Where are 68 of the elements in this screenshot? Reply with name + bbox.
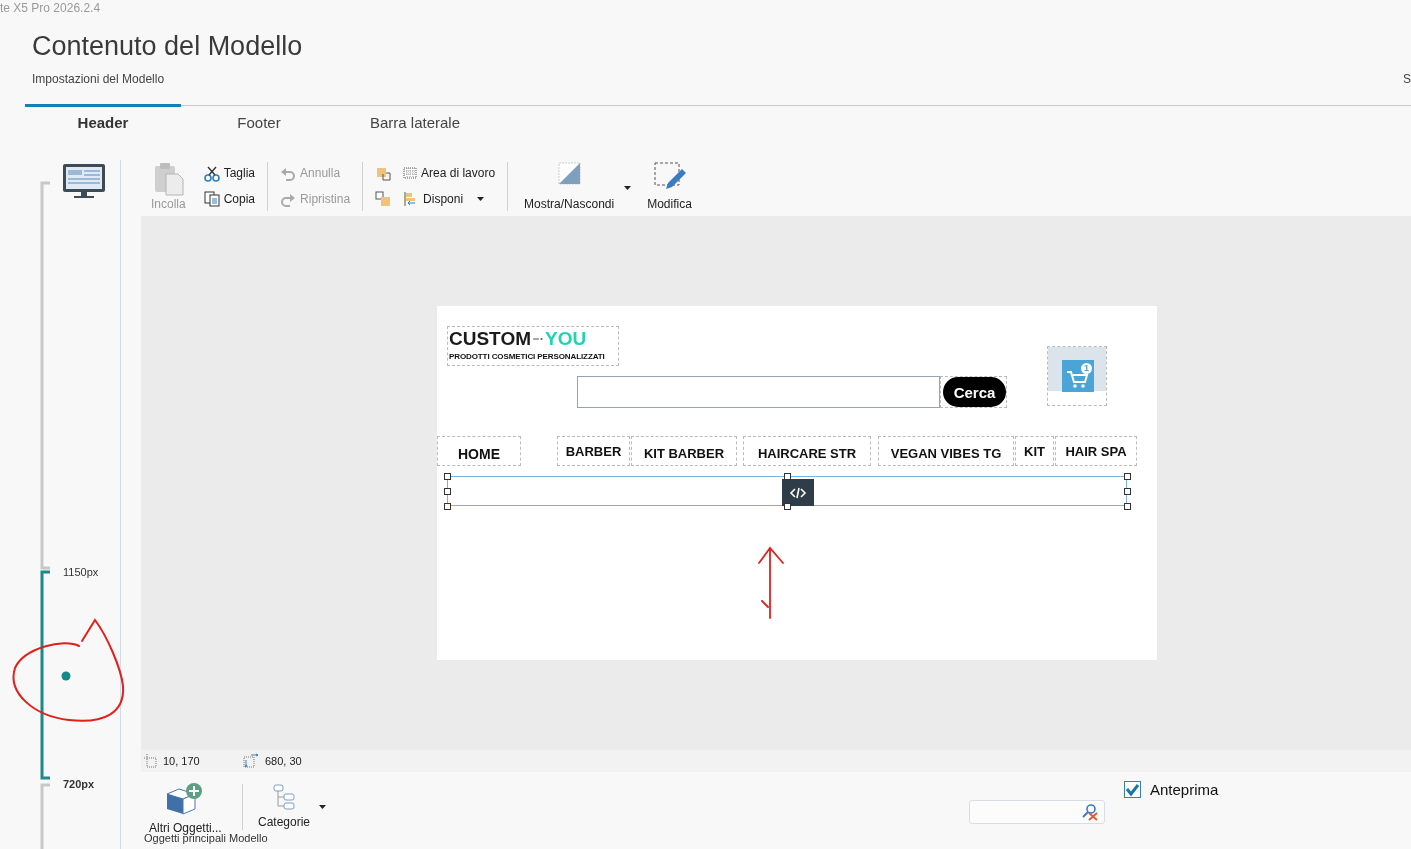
layers-icon bbox=[375, 165, 392, 181]
page-title: Contenuto del Modello bbox=[32, 31, 303, 62]
logo-brand: CUSTOM bbox=[449, 329, 531, 349]
settings-link[interactable]: Impostazioni del Modello bbox=[32, 72, 165, 86]
resize-handle[interactable] bbox=[1124, 503, 1131, 510]
redo-icon bbox=[280, 191, 297, 207]
categories-button[interactable]: Categorie bbox=[258, 784, 311, 829]
tab[interactable]: Barra laterale bbox=[337, 104, 493, 135]
nav-item[interactable]: HAIR SPA bbox=[1055, 436, 1137, 466]
nav-item[interactable]: KIT BARBER bbox=[631, 436, 737, 466]
add-objects-button[interactable]: Altri Oggetti... bbox=[149, 782, 222, 835]
logo-brand: YOU bbox=[545, 329, 587, 349]
code-icon bbox=[790, 486, 806, 499]
code-button[interactable] bbox=[782, 479, 814, 506]
nav-item[interactable]: VEGAN VIBES TG bbox=[878, 436, 1014, 466]
search-field[interactable] bbox=[969, 800, 1105, 824]
nav-item[interactable]: KIT bbox=[1015, 436, 1054, 466]
search-clear-icon bbox=[1082, 804, 1098, 820]
monitor-icon[interactable] bbox=[62, 163, 106, 199]
check-icon bbox=[1126, 784, 1139, 795]
position-icon bbox=[143, 754, 157, 768]
nav-item[interactable]: HAIRCARE STR bbox=[743, 436, 871, 466]
hierarchy-icon bbox=[273, 784, 295, 810]
resize-handle[interactable] bbox=[784, 473, 791, 480]
edit-icon bbox=[653, 162, 686, 190]
scissors-icon bbox=[203, 165, 220, 181]
app-title: te X5 Pro 2026.2.4 bbox=[0, 1, 101, 15]
caret-icon bbox=[624, 186, 632, 190]
search-button[interactable]: Cerca bbox=[943, 377, 1006, 407]
workspace-button[interactable]: Area di lavoro bbox=[401, 162, 498, 184]
caret-icon bbox=[477, 197, 485, 201]
resize-handle[interactable] bbox=[784, 503, 791, 510]
cart-badge: 1 bbox=[1081, 363, 1092, 374]
layers-icon bbox=[375, 191, 392, 207]
cart-icon bbox=[1066, 370, 1088, 388]
edit-button[interactable]: Modifica bbox=[643, 162, 696, 211]
tab[interactable]: Footer bbox=[181, 104, 337, 135]
cut-button[interactable]: Taglia bbox=[201, 162, 258, 184]
position-readout: 10, 170 bbox=[163, 755, 200, 767]
resize-handle[interactable] bbox=[1124, 488, 1131, 495]
show-hide-icon bbox=[557, 162, 581, 185]
resize-handle[interactable] bbox=[444, 503, 451, 510]
ruler-label: 720px bbox=[63, 778, 95, 790]
nav-item[interactable]: HOME bbox=[437, 436, 521, 466]
caret-icon bbox=[319, 805, 326, 809]
clipboard-icon bbox=[152, 162, 185, 195]
show-hide-button[interactable]: Mostra/Nascondi bbox=[520, 162, 619, 211]
ruler-label: 1150px bbox=[63, 566, 99, 578]
copy-icon bbox=[203, 191, 220, 207]
tab[interactable]: Header bbox=[25, 104, 181, 135]
nav-item[interactable]: BARBER bbox=[557, 436, 630, 466]
grid-icon bbox=[403, 166, 418, 180]
preview-checkbox[interactable]: Anteprima bbox=[1124, 781, 1219, 798]
logo-tagline: PRODOTTI COSMETICI PERSONALIZZATI bbox=[449, 352, 606, 361]
search-input[interactable] bbox=[577, 376, 940, 408]
undo-icon bbox=[280, 165, 297, 181]
checkbox[interactable] bbox=[1124, 781, 1141, 798]
size-readout: 680, 30 bbox=[265, 755, 302, 767]
resize-handle[interactable] bbox=[444, 473, 451, 480]
cut-off-label: S bbox=[1403, 72, 1411, 86]
resize-handle[interactable] bbox=[444, 488, 451, 495]
copy-button[interactable]: Copia bbox=[201, 188, 258, 210]
ruler-handle[interactable] bbox=[61, 671, 71, 681]
logo-dash-icon bbox=[533, 337, 543, 341]
annotation-arrow-drawing bbox=[756, 547, 786, 619]
size-icon bbox=[243, 754, 259, 768]
arrange-button[interactable]: Disponi bbox=[401, 188, 498, 210]
resize-handle[interactable] bbox=[1124, 473, 1131, 480]
